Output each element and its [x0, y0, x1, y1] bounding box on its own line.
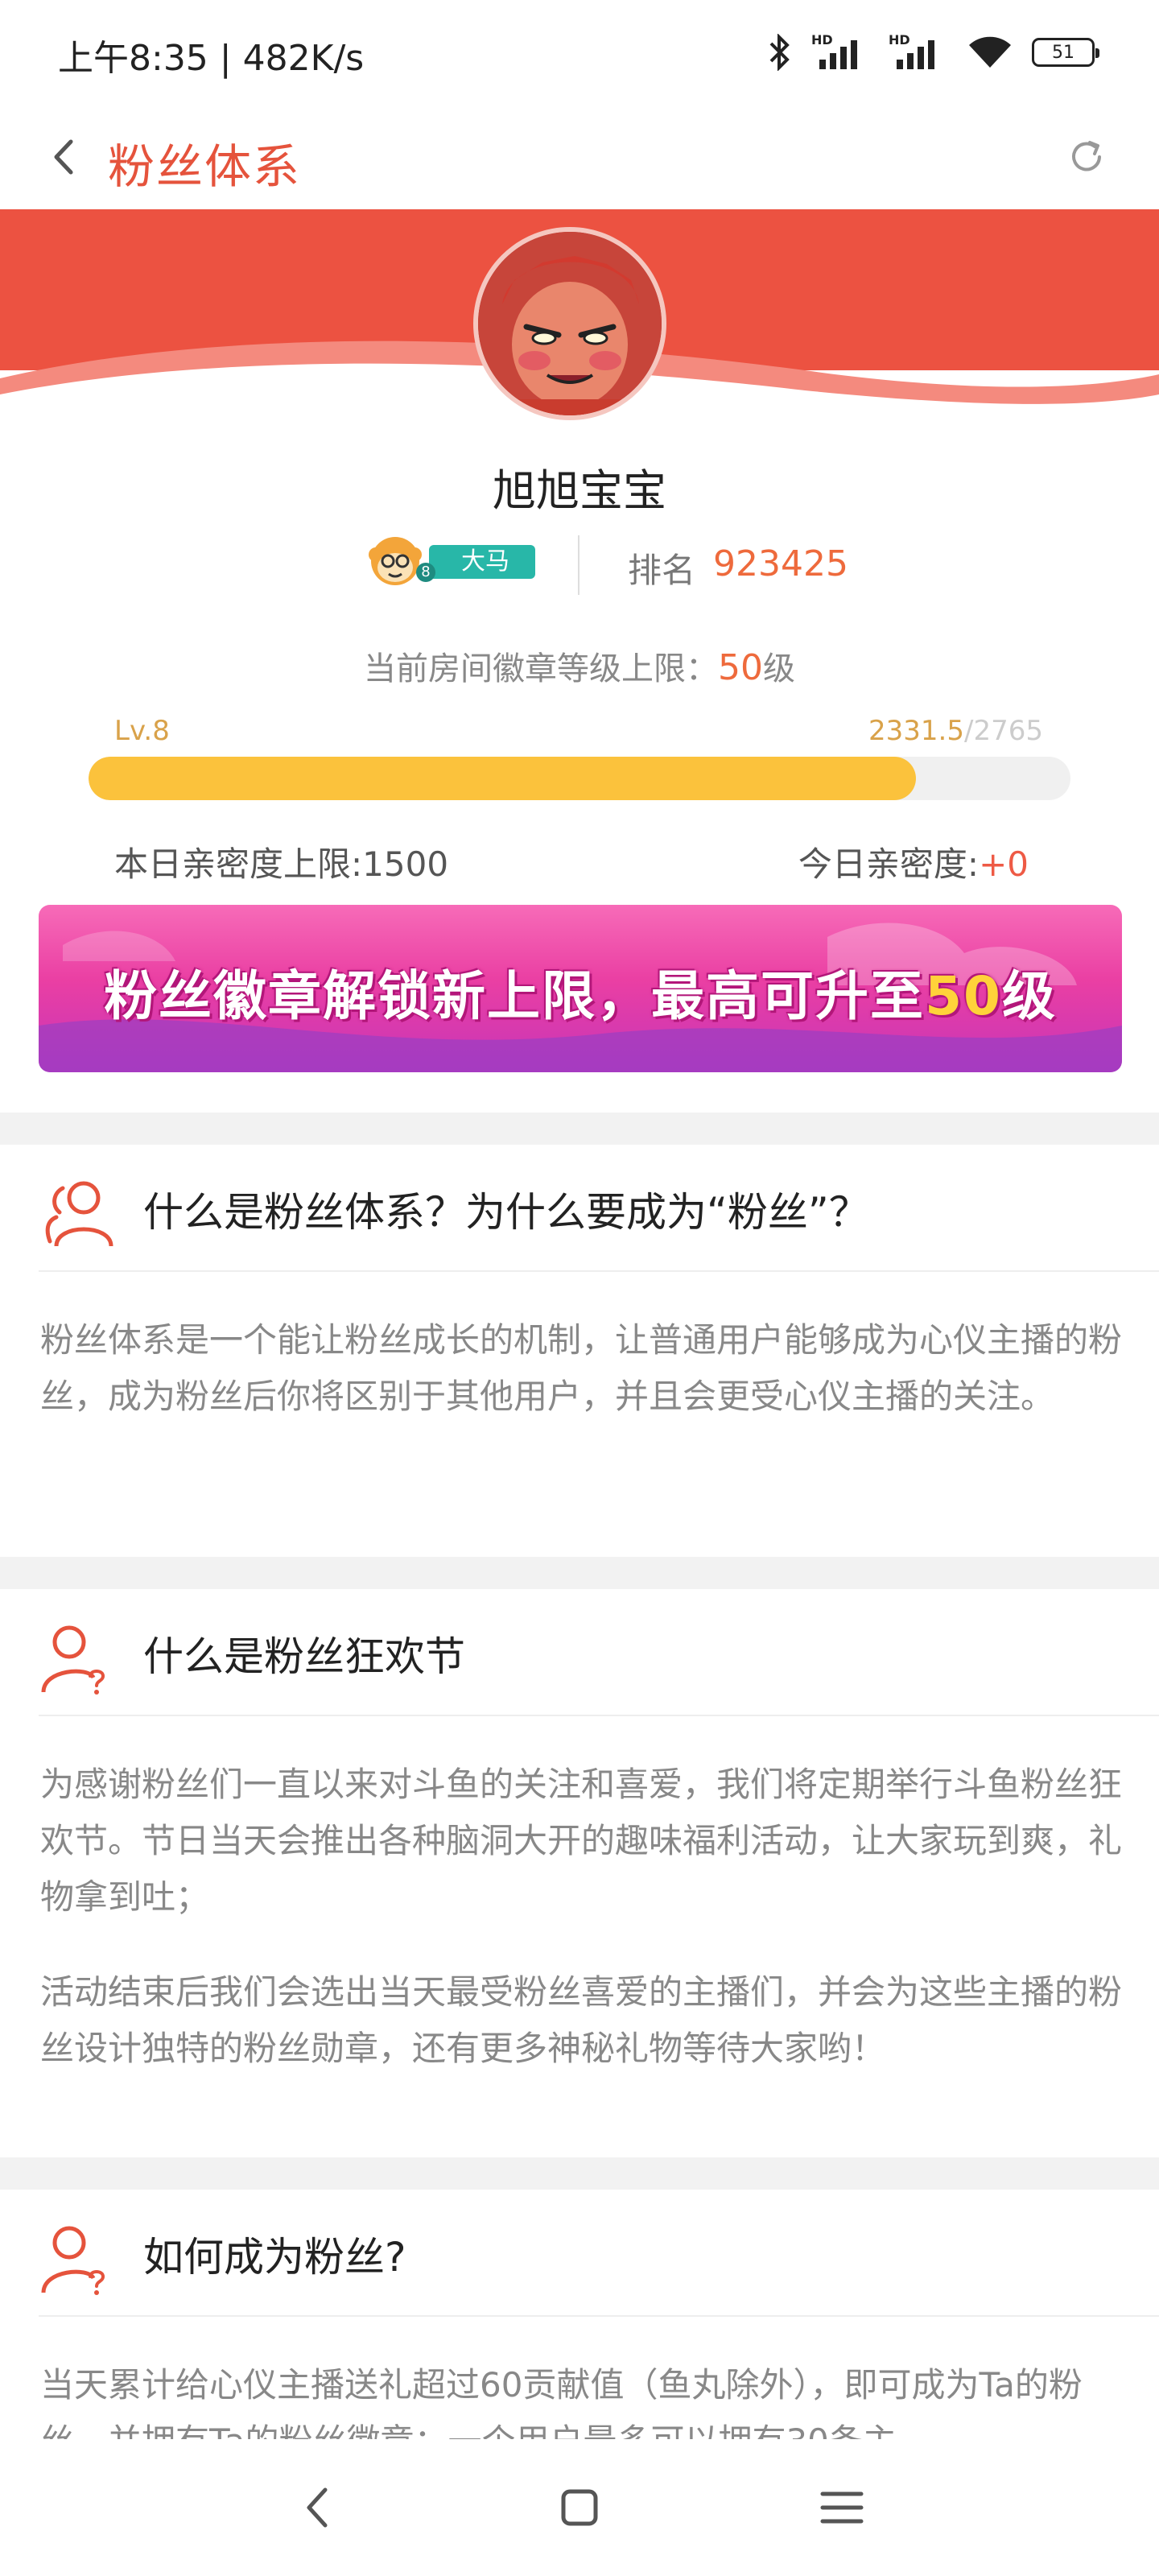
divider — [39, 1715, 1159, 1716]
nav-home-button[interactable] — [547, 2475, 612, 2540]
section-paragraph: 为感谢粉丝们一直以来对斗鱼的关注和喜爱，我们将定期举行斗鱼粉丝狂欢节。节日当天会… — [40, 1765, 1123, 1917]
section-gap — [0, 2157, 1159, 2190]
username: 旭旭宝宝 — [493, 465, 666, 516]
section-title: 什么是粉丝体系？为什么要成为“粉丝”？ — [143, 1189, 869, 1236]
status-time: 上午8:35 | 482K/s — [58, 38, 365, 79]
status-icons: HD HD 51 — [766, 32, 1099, 72]
page-title: 粉丝体系 — [108, 139, 302, 194]
exp-current: 2331.5 — [868, 715, 964, 747]
banner-text-end: 级 — [1001, 965, 1057, 1027]
nav-home-icon — [561, 2489, 598, 2526]
intimacy-today: 今日亲密度:+0 — [798, 837, 1029, 886]
limit-prefix: 当前房间徽章等级上限： — [364, 650, 718, 687]
level-progress-fill — [89, 757, 917, 800]
divider — [39, 1270, 1159, 1272]
avatar-image — [478, 232, 662, 415]
status-bar: 上午8:35 | 482K/s HD HD 51 — [0, 0, 1159, 105]
user-question-icon — [41, 2226, 105, 2295]
fans-icon — [45, 1181, 113, 1247]
signal-icon: HD — [811, 32, 871, 72]
section-header: 如何成为粉丝? — [0, 2190, 1159, 2317]
divider — [578, 535, 580, 595]
battery-icon: 51 — [1032, 38, 1099, 67]
monkey-mascot-icon — [369, 537, 422, 585]
intimacy-limit: 本日亲密度上限:1500 — [114, 844, 449, 884]
limit-suffix: 级 — [763, 650, 795, 687]
chevron-left-icon — [54, 139, 73, 175]
badge-level-limit: 当前房间徽章等级上限：50级 — [0, 642, 1159, 689]
title-bar: 粉丝体系 — [0, 105, 1159, 209]
wifi-icon — [969, 36, 1011, 68]
fan-badge[interactable]: 大马猴 8 — [366, 527, 535, 609]
nav-back-button[interactable] — [287, 2475, 351, 2540]
avatar[interactable] — [473, 227, 666, 420]
signal-icon: HD — [889, 32, 948, 72]
exp-total: 2765 — [973, 715, 1043, 747]
badge-level: 8 — [416, 563, 435, 582]
refresh-icon — [1072, 141, 1101, 171]
section-paragraph: 活动结束后我们会选出当天最受粉丝喜爱的主播们，并会为这些主播的粉丝设计独特的粉丝… — [40, 1972, 1123, 2068]
level-label: Lv.8 — [114, 715, 170, 747]
section-paragraph: 粉丝体系是一个能让粉丝成长的机制，让普通用户能够成为心仪主播的粉丝，成为粉丝后你… — [40, 1320, 1123, 1416]
section-title: 什么是粉丝狂欢节 — [143, 1633, 465, 1680]
nav-menu-icon — [820, 2491, 864, 2524]
banner-text-highlight: 50 — [925, 965, 1002, 1027]
section-header: 什么是粉丝狂欢节 — [0, 1589, 1159, 1716]
banner-text: 粉丝徽章解锁新上限，最高可升至50级 — [39, 953, 1122, 1030]
exp-separator: / — [964, 715, 974, 747]
section-header: 什么是粉丝体系？为什么要成为“粉丝”？ — [0, 1145, 1159, 1272]
exp-value: 2331.5/2765 — [868, 715, 1043, 747]
rank-value: 923425 — [713, 543, 848, 584]
limit-value: 50 — [718, 647, 763, 688]
section-gap — [0, 1113, 1159, 1145]
system-nav-bar — [0, 2439, 1159, 2576]
nav-back-icon — [307, 2487, 328, 2528]
rank-label: 排名 — [628, 551, 696, 590]
section-title: 如何成为粉丝? — [143, 2234, 406, 2281]
user-question-icon — [41, 1625, 105, 1695]
badge-label: 大马猴 — [429, 545, 535, 609]
nav-menu-button[interactable] — [810, 2475, 874, 2540]
bluetooth-icon — [769, 34, 790, 71]
refresh-button[interactable] — [1054, 125, 1119, 189]
divider — [39, 2315, 1159, 2317]
level-progress-bar — [89, 757, 1070, 800]
intimacy-today-value: +0 — [979, 844, 1029, 884]
intimacy-today-label: 今日亲密度: — [798, 844, 980, 884]
battery-level: 51 — [1052, 42, 1074, 63]
section-gap — [0, 1557, 1159, 1589]
back-button[interactable] — [32, 125, 97, 189]
banner-text-main: 粉丝徽章解锁新上限，最高可升至 — [104, 965, 926, 1027]
promo-banner[interactable]: 粉丝徽章解锁新上限，最高可升至50级 — [39, 905, 1122, 1072]
